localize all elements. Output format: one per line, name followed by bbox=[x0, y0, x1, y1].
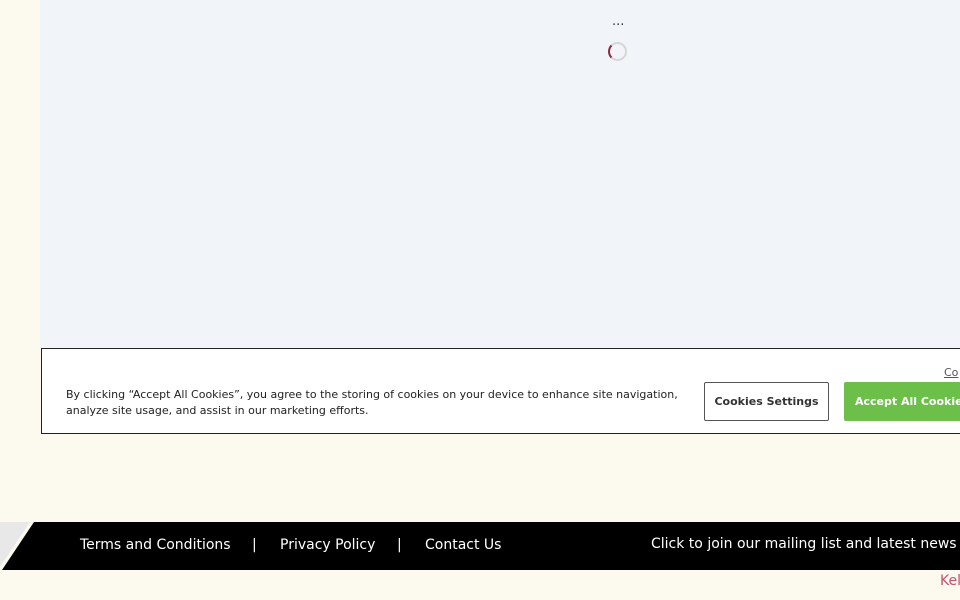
cookie-banner: Co By clicking “Accept All Cookies”, you… bbox=[41, 348, 960, 434]
main-content-area: ... bbox=[40, 0, 960, 348]
footer-bar: Terms and Conditions | Privacy Policy | … bbox=[0, 522, 960, 570]
bottom-brand-text[interactable]: Kel bbox=[940, 573, 960, 589]
cookie-consent-text: By clicking “Accept All Cookies”, you ag… bbox=[66, 388, 678, 417]
footer-link-privacy[interactable]: Privacy Policy bbox=[280, 537, 375, 553]
footer-link-terms[interactable]: Terms and Conditions bbox=[80, 537, 231, 553]
spinner-icon bbox=[608, 42, 627, 61]
cookie-banner-link[interactable]: Co bbox=[944, 366, 958, 379]
footer-link-contact[interactable]: Contact Us bbox=[425, 537, 501, 553]
accept-all-cookies-button[interactable]: Accept All Cookie bbox=[844, 382, 960, 421]
footer-separator: | bbox=[397, 537, 402, 553]
mailing-list-link[interactable]: Click to join our mailing list and lates… bbox=[651, 536, 957, 552]
loading-ellipsis: ... bbox=[612, 14, 625, 29]
footer-notch-decoration bbox=[0, 522, 34, 570]
page: ... Co By clicking “Accept All Cookies”,… bbox=[0, 0, 960, 600]
cookies-settings-button[interactable]: Cookies Settings bbox=[704, 382, 829, 421]
footer-separator: | bbox=[252, 537, 257, 553]
